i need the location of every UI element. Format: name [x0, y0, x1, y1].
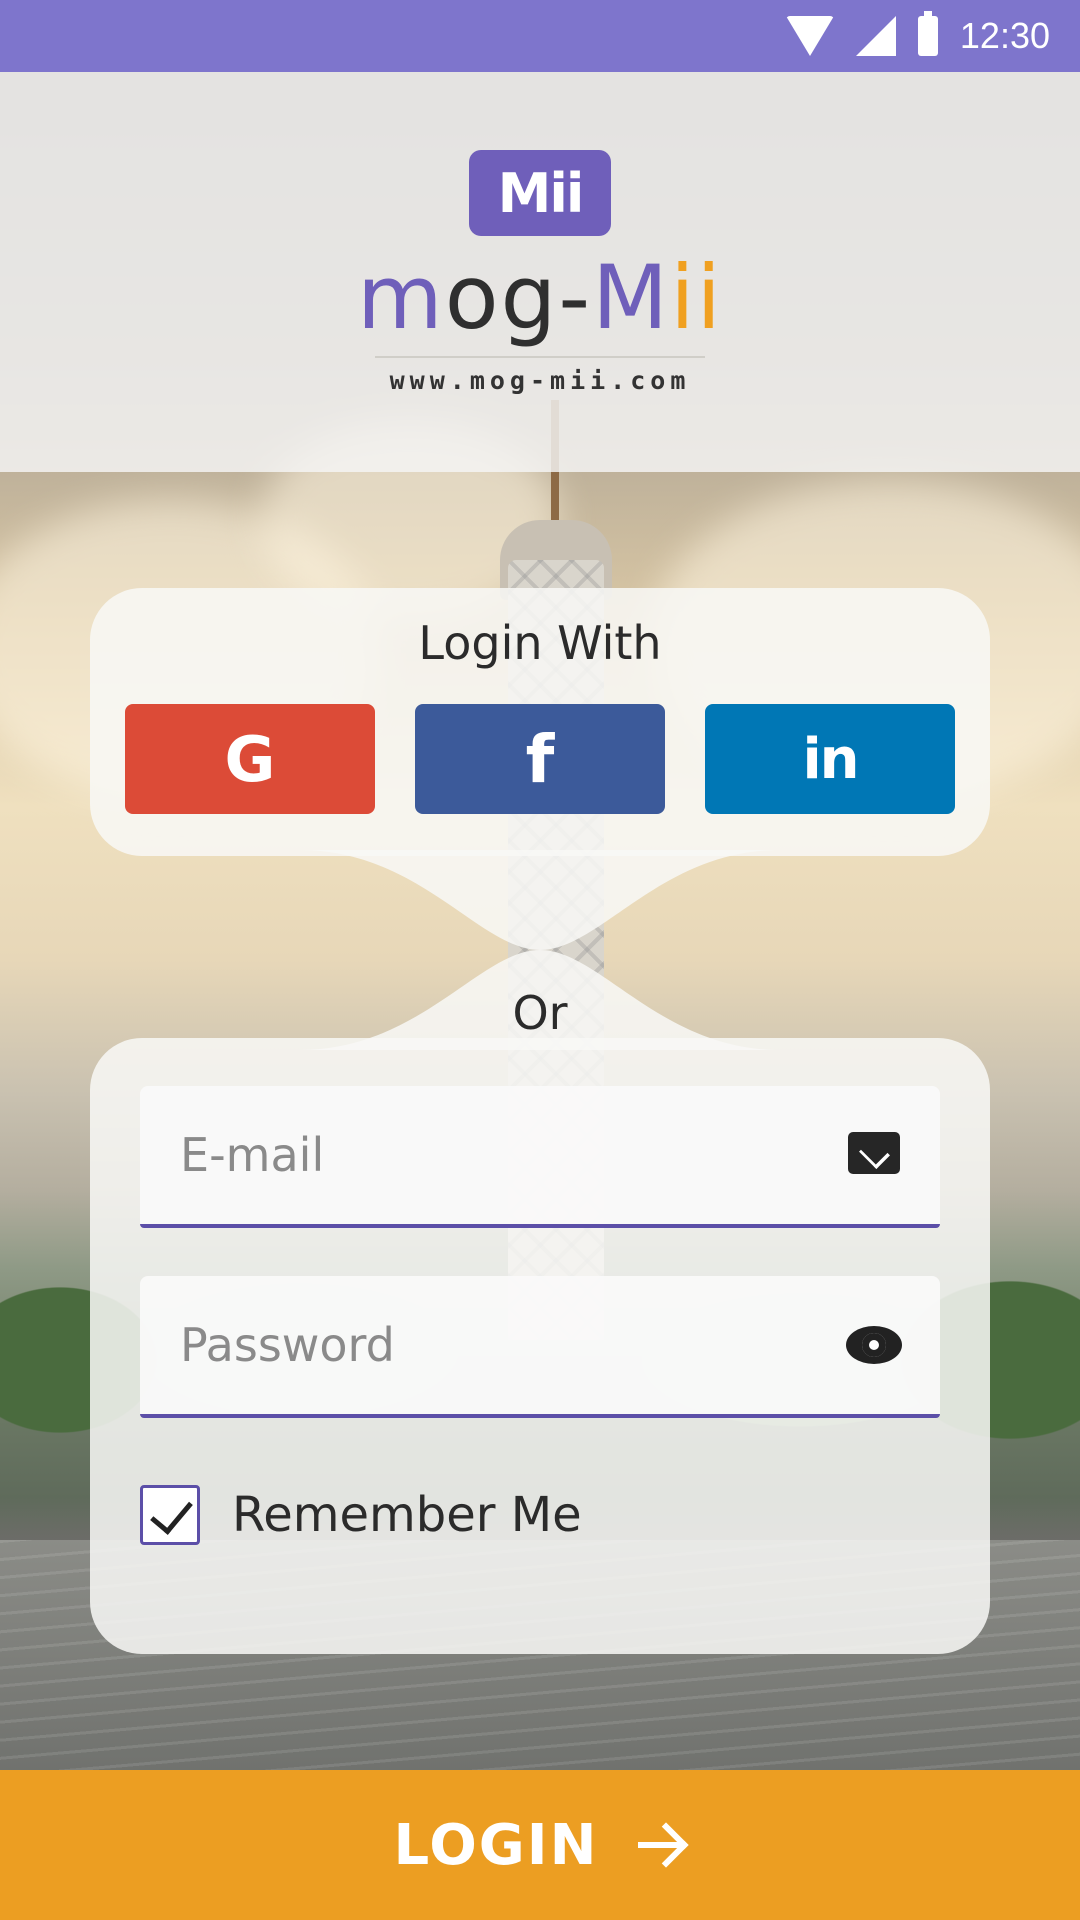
linkedin-icon: in [802, 726, 859, 792]
logo-url: www.mog-mii.com [389, 366, 691, 395]
status-bar: 12:30 [0, 0, 1080, 72]
password-field[interactable] [140, 1276, 940, 1418]
google-login-button[interactable]: G [125, 704, 375, 814]
login-button[interactable]: LOGIN [0, 1770, 1080, 1920]
remember-me[interactable]: Remember Me [140, 1484, 582, 1546]
or-divider: Or [512, 986, 568, 1040]
email-input[interactable] [140, 1086, 840, 1224]
eye-icon[interactable] [846, 1326, 902, 1364]
remember-me-label: Remember Me [232, 1487, 582, 1543]
mail-icon [848, 1132, 900, 1174]
logo-word-part: M [592, 246, 671, 349]
arrow-right-icon [638, 1823, 686, 1867]
logo-word-part: ii [670, 246, 724, 349]
facebook-icon: f [525, 720, 555, 798]
social-login-card: Login With G f in [90, 588, 990, 856]
logo-wordmark: mog-Mii [0, 254, 1080, 342]
login-button-label: LOGIN [393, 1812, 599, 1878]
logo-badge: Mii [469, 150, 611, 236]
facebook-login-button[interactable]: f [415, 704, 665, 814]
email-field[interactable] [140, 1086, 940, 1228]
signal-icon [855, 16, 896, 56]
login-form-card: Remember Me [90, 1038, 990, 1654]
login-with-title: Login With [418, 616, 662, 670]
logo-divider [375, 356, 705, 358]
wifi-icon [785, 16, 834, 56]
status-time: 12:30 [959, 15, 1050, 56]
google-icon: G [224, 722, 276, 796]
password-input[interactable] [140, 1276, 840, 1414]
remember-me-checkbox[interactable] [140, 1485, 200, 1545]
linkedin-login-button[interactable]: in [705, 704, 955, 814]
logo-word-part: og- [444, 246, 593, 349]
app-logo: Mii mog-Mii www.mog-mii.com [0, 150, 1080, 395]
battery-icon [917, 11, 938, 56]
logo-word-part: m [356, 246, 445, 349]
